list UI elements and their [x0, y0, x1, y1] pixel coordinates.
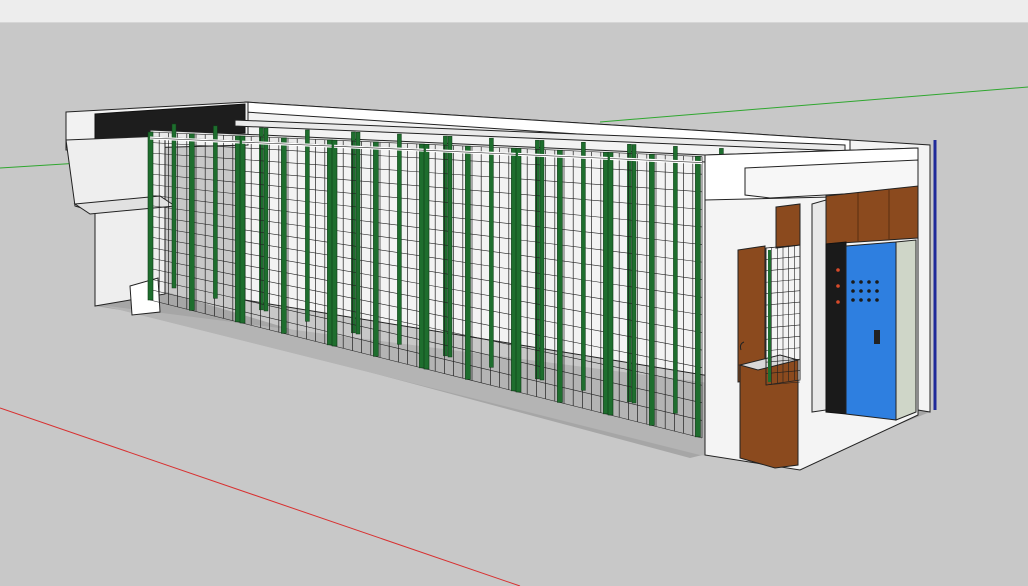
rack-post	[603, 151, 609, 415]
indicator-light-icon	[867, 280, 871, 284]
green-axis-far	[599, 86, 1028, 123]
rack-post	[649, 154, 655, 426]
rack-post-back	[213, 125, 218, 299]
rack-post	[147, 131, 154, 301]
rack-post-back	[171, 123, 177, 289]
rack-post-back	[443, 135, 448, 357]
indicator-light-icon	[859, 280, 863, 284]
rack-post	[189, 133, 195, 311]
3d-viewport[interactable]	[0, 22, 1028, 586]
rack-post	[373, 141, 379, 357]
rack-post-back	[305, 129, 310, 322]
status-light-icon	[836, 300, 840, 304]
rack-post	[331, 139, 338, 347]
rack-post-back	[489, 137, 494, 368]
rack-post-back	[631, 144, 637, 404]
rack-post-back	[539, 140, 545, 381]
door-handle-icon[interactable]	[874, 330, 880, 344]
rack-post-back	[673, 146, 678, 414]
rack-post-back	[581, 141, 586, 391]
rack-post	[235, 135, 241, 323]
rack-post	[327, 139, 333, 346]
rack-post	[419, 143, 425, 369]
status-light-icon	[836, 284, 840, 288]
indicator-light-icon	[875, 280, 879, 284]
rack-post	[281, 137, 287, 334]
rack-post-back	[535, 139, 540, 380]
rack-post	[607, 152, 614, 416]
panel-side	[895, 239, 917, 421]
rack-post-back	[627, 144, 632, 403]
red-axis	[0, 407, 521, 586]
rack-post	[557, 149, 563, 403]
indicator-light-icon	[875, 289, 879, 293]
rack-post-back	[259, 127, 264, 311]
rack-post	[423, 144, 430, 370]
app-toolbar-strip	[0, 0, 1028, 23]
rack-post-back	[447, 136, 453, 358]
rack-post	[515, 148, 522, 393]
rack-post-back	[397, 133, 402, 345]
indicator-light-icon	[851, 298, 855, 302]
indicator-light-icon	[867, 289, 871, 293]
rack-post	[239, 135, 246, 324]
indicator-light-icon	[859, 289, 863, 293]
status-light-icon	[836, 268, 840, 272]
indicator-light-icon	[851, 289, 855, 293]
rack-post	[768, 250, 771, 382]
panel-dark-strip	[825, 241, 847, 415]
indicator-light-icon	[875, 298, 879, 302]
indicator-light-icon	[859, 298, 863, 302]
rack-post-back	[355, 131, 361, 335]
panel-frame	[811, 199, 827, 413]
rack-post-back	[263, 127, 269, 312]
rack-post	[511, 147, 517, 392]
wood-cabinet-upper[interactable]	[825, 185, 919, 245]
rack-post	[695, 156, 701, 438]
indicator-light-icon	[851, 280, 855, 284]
indicator-light-icon	[867, 298, 871, 302]
rack-post	[465, 145, 471, 380]
blue-door[interactable]	[845, 241, 897, 421]
wood-panel-small	[775, 203, 801, 249]
scene-canvas[interactable]	[0, 22, 1028, 586]
